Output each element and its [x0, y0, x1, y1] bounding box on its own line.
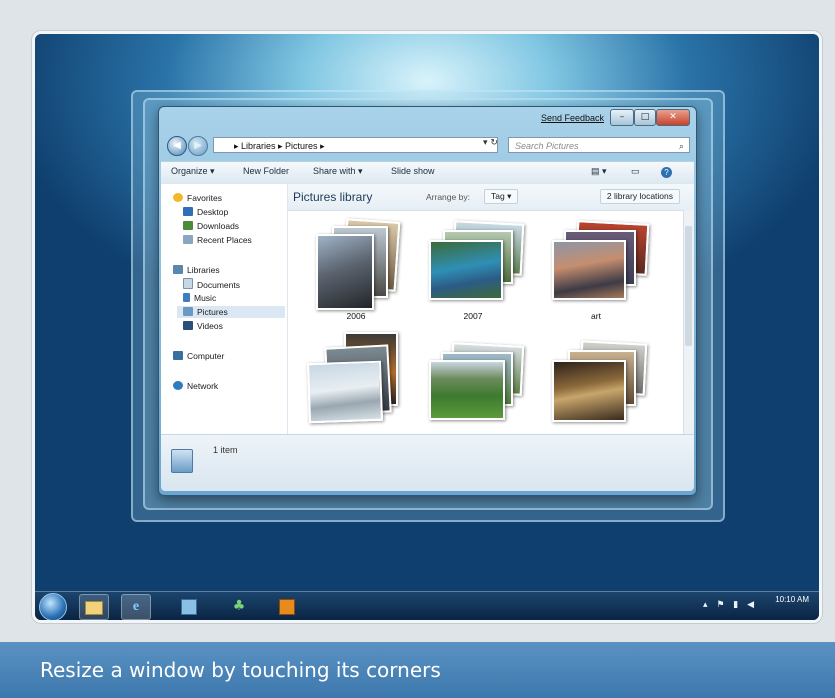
internet-explorer-icon[interactable]: e [121, 594, 151, 620]
clock[interactable]: 10:10 AM [775, 595, 809, 604]
folder-label[interactable]: art [546, 311, 646, 321]
organize-button[interactable]: Organize ▾ [171, 166, 215, 177]
folder-stack[interactable] [306, 216, 406, 326]
command-bar: Organize ▾ New Folder Share with ▾ Slide… [161, 161, 694, 185]
folder-label[interactable]: 2006 [306, 311, 406, 321]
pictures-icon [183, 307, 193, 316]
recent-places-icon [183, 235, 193, 244]
network-icon [173, 381, 183, 390]
music-icon [183, 293, 190, 302]
explorer-body: Favorites Desktop Downloads Recent Place… [161, 184, 694, 434]
share-with-button[interactable]: Share with ▾ [313, 166, 363, 177]
taskbar: e ♣ ▴ ⚑ ▮ ◀ 10:10 AM [35, 591, 819, 620]
folder-stack[interactable] [546, 332, 648, 442]
navigation-pane: Favorites Desktop Downloads Recent Place… [161, 184, 288, 434]
desktop-icon [183, 207, 193, 216]
help-icon[interactable]: ? [661, 167, 672, 178]
library-header: Pictures library Arrange by: Tag ▾ 2 lib… [288, 184, 694, 211]
star-icon [173, 193, 183, 202]
refresh-icon[interactable]: ▾ ↻ [483, 138, 498, 148]
caption-text: Resize a window by touching its corners [40, 658, 441, 682]
photo-thumbnail [306, 360, 384, 424]
photo-thumbnail [429, 240, 503, 300]
folder-stack[interactable] [423, 216, 525, 326]
back-arrow-icon[interactable]: ◀ [167, 136, 187, 156]
scrollbar-thumb[interactable] [685, 226, 692, 346]
details-pane: 1 item [161, 434, 694, 491]
address-field[interactable]: ▸ Libraries ▸ Pictures ▸ [213, 137, 498, 153]
folder-stack[interactable] [546, 216, 650, 326]
maximize-button[interactable]: □ [634, 109, 656, 126]
slide-frame: Send Feedback – □ ✕ ◀ ▶ ▸ Libraries ▸ Pi… [0, 0, 835, 698]
search-icon[interactable]: ⌕ [679, 138, 684, 154]
photo-thumbnail [552, 360, 626, 422]
search-placeholder: Search Pictures [515, 141, 579, 151]
media-player-icon[interactable] [273, 594, 301, 618]
search-input[interactable]: Search Pictures ⌕ [508, 137, 690, 153]
folder-label[interactable]: 2007 [423, 311, 523, 321]
minimize-button[interactable]: – [610, 109, 634, 126]
vertical-scrollbar[interactable] [683, 210, 694, 434]
sidebar-item-downloads[interactable]: Downloads [183, 220, 239, 232]
videos-icon [183, 321, 193, 330]
documents-icon [183, 278, 193, 289]
caption-bar: Resize a window by touching its corners [0, 642, 835, 698]
arrange-by-label: Arrange by: [426, 192, 470, 202]
library-content: Pictures library Arrange by: Tag ▾ 2 lib… [288, 184, 694, 434]
forward-arrow-icon[interactable]: ▶ [188, 136, 208, 156]
clock-time: 10:10 AM [775, 595, 809, 604]
sidebar-item-network[interactable]: Network [173, 380, 218, 392]
arrange-by-dropdown[interactable]: Tag ▾ [484, 189, 519, 204]
slide-show-button[interactable]: Slide show [391, 166, 435, 176]
photo-thumbnail [316, 234, 374, 310]
start-button[interactable] [39, 593, 67, 620]
folder-stack[interactable] [423, 332, 525, 442]
library-locations-button[interactable]: 2 library locations [599, 189, 680, 204]
title-bar[interactable]: Send Feedback – □ ✕ [159, 107, 696, 129]
views-icon[interactable]: ▤ ▾ [591, 166, 607, 177]
send-feedback-link[interactable]: Send Feedback [541, 113, 604, 123]
address-bar-row: ◀ ▶ ▸ Libraries ▸ Pictures ▸ ▾ ↻ Search … [165, 135, 690, 157]
breadcrumb[interactable]: ▸ Libraries ▸ Pictures ▸ [234, 141, 325, 151]
sidebar-item-documents[interactable]: Documents [183, 278, 240, 290]
library-title: Pictures library [293, 190, 373, 204]
pictures-library-icon [171, 449, 193, 473]
sidebar-item-libraries[interactable]: Libraries [173, 264, 220, 276]
close-button[interactable]: ✕ [656, 109, 690, 126]
photo-thumbnail [552, 240, 626, 300]
item-count: 1 item [213, 445, 238, 455]
system-tray-icons[interactable]: ▴ ⚑ ▮ ◀ [703, 600, 757, 610]
desktop-screen: Send Feedback – □ ✕ ◀ ▶ ▸ Libraries ▸ Pi… [35, 34, 819, 620]
explorer-window[interactable]: Send Feedback – □ ✕ ◀ ▶ ▸ Libraries ▸ Pi… [158, 106, 697, 496]
sidebar-item-favorites[interactable]: Favorites [173, 192, 222, 204]
downloads-icon [183, 221, 193, 230]
sidebar-item-desktop[interactable]: Desktop [183, 206, 228, 218]
folder-stack[interactable] [306, 332, 406, 442]
sidebar-item-videos[interactable]: Videos [183, 320, 223, 332]
messenger-icon[interactable]: ♣ [225, 594, 253, 618]
sidebar-item-recent-places[interactable]: Recent Places [183, 234, 252, 246]
libraries-icon [173, 265, 183, 274]
explorer-folder-icon[interactable] [79, 594, 109, 620]
sidebar-item-music[interactable]: Music [183, 292, 216, 304]
preview-pane-icon[interactable]: ▭ [631, 166, 640, 177]
sidebar-item-computer[interactable]: Computer [173, 350, 224, 362]
sidebar-item-pictures[interactable]: Pictures [177, 306, 285, 318]
photo-thumbnail [429, 360, 505, 420]
paint-icon[interactable] [175, 594, 203, 618]
new-folder-button[interactable]: New Folder [243, 166, 289, 176]
computer-icon [173, 351, 183, 360]
